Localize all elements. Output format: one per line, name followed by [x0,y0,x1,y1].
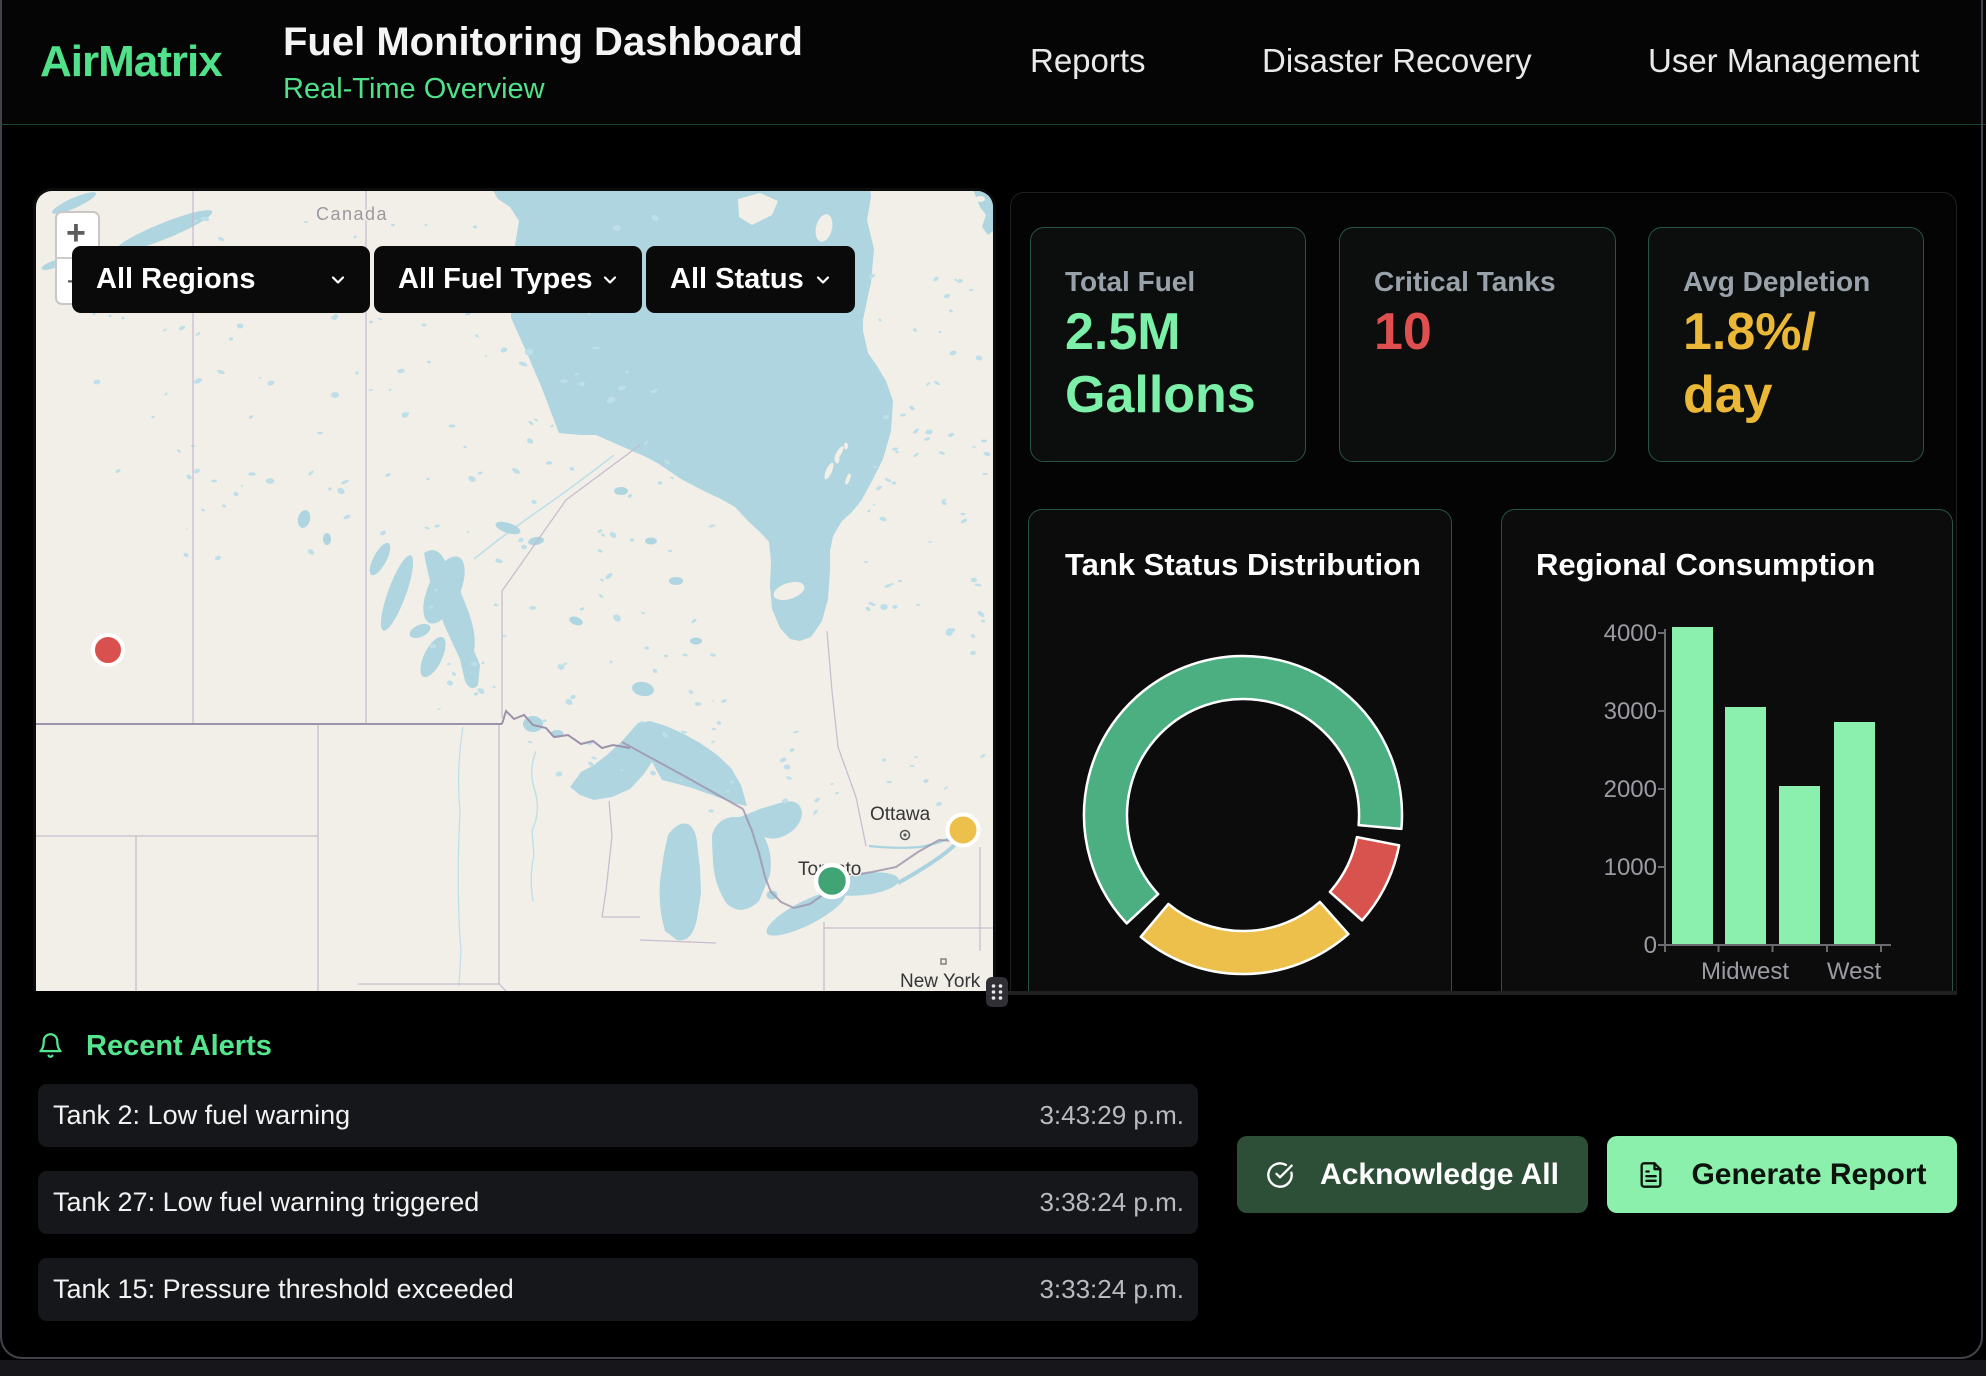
svg-text:4000: 4000 [1604,620,1657,647]
svg-text:New York: New York [900,971,981,991]
svg-text:2000: 2000 [1604,776,1657,803]
svg-text:3000: 3000 [1604,698,1657,725]
svg-text:Canada: Canada [316,204,388,224]
svg-text:West: West [1827,958,1882,985]
svg-text:Ottawa: Ottawa [870,804,931,825]
svg-text:Midwest: Midwest [1701,958,1789,985]
svg-text:0: 0 [1644,932,1657,959]
svg-text:1000: 1000 [1604,854,1657,881]
